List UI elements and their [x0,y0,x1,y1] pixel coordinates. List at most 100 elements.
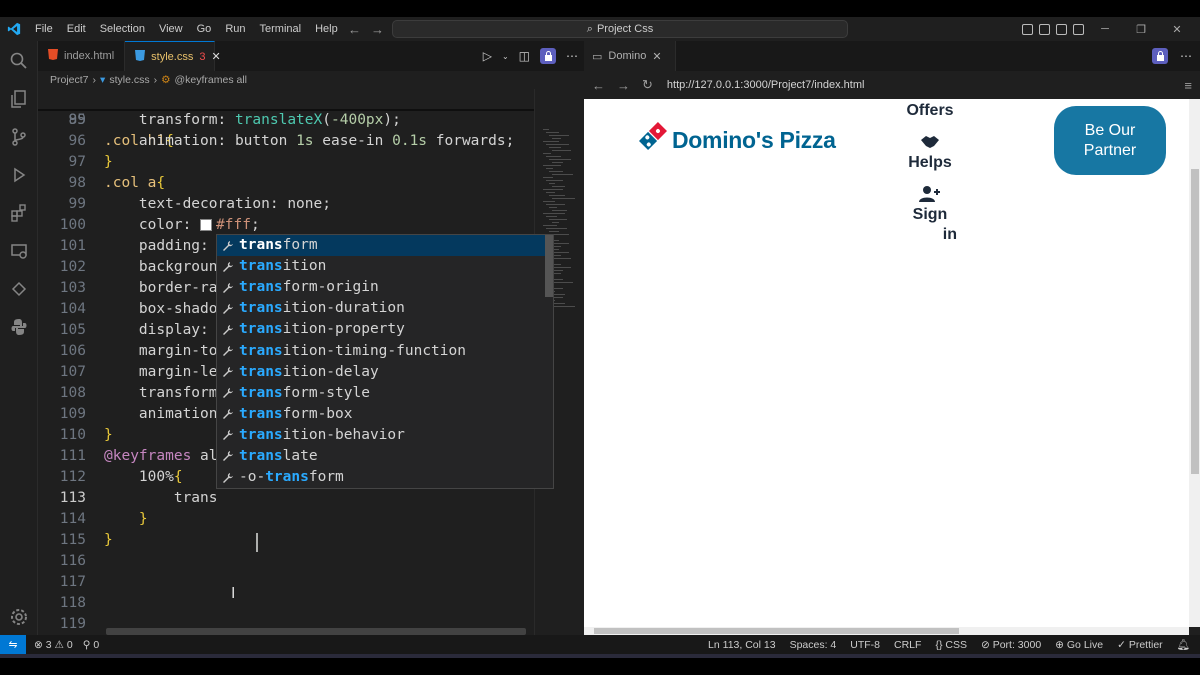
back-arrow-icon[interactable]: ← [348,22,361,37]
lock-icon[interactable] [540,48,556,64]
activity-bar [0,41,38,635]
suggestion-item[interactable]: -o-trans form [217,467,553,488]
forward-arrow-icon[interactable]: → [617,78,630,93]
suggestion-item[interactable]: trans form [217,235,553,257]
menu-run[interactable]: Run [218,17,252,41]
chevron-down-icon[interactable]: ⌄ [502,52,509,61]
breadcrumb-symbol[interactable]: @keyframes all [175,74,248,86]
menu-icon[interactable]: ≡ [1184,78,1192,93]
nav-sign-in[interactable]: Sign in [900,205,960,245]
code-line[interactable]: 114 } [38,509,534,530]
suggestion-item[interactable]: trans ition-duration [217,298,553,319]
menu-view[interactable]: View [152,17,190,41]
testing-icon[interactable] [0,271,38,307]
suggestion-match: trans [239,363,283,380]
cursor-position[interactable]: Ln 113, Col 13 [708,639,776,651]
suggest-scrollbar[interactable] [545,235,553,297]
code-line[interactable]: 118 [38,593,534,614]
suggestion-item[interactable]: trans ition [217,256,553,277]
ports-status[interactable]: ⚲ 0 [83,639,99,651]
forward-arrow-icon[interactable]: → [371,22,384,37]
code-line[interactable]: 116 [38,551,534,572]
horizontal-scrollbar[interactable] [106,628,526,635]
files-icon[interactable] [0,81,38,117]
reload-icon[interactable]: ↻ [642,77,653,93]
run-icon[interactable]: ▷ [483,49,492,63]
suggestion-item[interactable]: trans form-origin [217,277,553,298]
port-label: Port: 3000 [992,638,1042,651]
breadcrumb-folder[interactable]: Project7 [50,74,89,86]
customize-layout-icon[interactable] [1073,23,1084,35]
menu-terminal[interactable]: Terminal [253,17,309,41]
code-line[interactable]: 99 text-decoration: none; [38,194,534,215]
explorer-icon[interactable] [0,43,38,79]
code-line[interactable]: 97} [38,152,534,173]
nav-offers[interactable]: Offers [900,101,960,121]
settings-gear-icon[interactable] [0,599,38,635]
code-line[interactable]: 113 trans [38,488,534,509]
close-icon[interactable]: ✕ [211,50,220,63]
remote-explorer-icon[interactable] [0,233,38,269]
tab-style-css[interactable]: style.css 3 ✕ [125,41,221,71]
suggestion-item[interactable]: trans form-box [217,404,553,425]
more-actions-icon[interactable]: ⋯ [566,49,578,63]
extensions-icon[interactable] [0,195,38,231]
go-live-button[interactable]: ⊕ Go Live [1055,639,1103,651]
sticky-scroll-line[interactable]: 89 .col h1{ [38,89,534,149]
url-input[interactable]: http://127.0.0.1:3000/Project7/index.htm… [667,79,865,91]
end-of-line[interactable]: CRLF [894,639,921,651]
close-window-icon[interactable]: ✕ [1162,23,1192,36]
source-control-icon[interactable] [0,119,38,155]
suggestion-item[interactable]: trans ition-timing-function [217,340,553,361]
prettier-status[interactable]: ✓ Prettier [1117,639,1163,651]
suggestion-match: trans [239,237,283,254]
minimize-icon[interactable]: ─ [1090,23,1120,35]
code-line[interactable]: 100 color: #fff; [38,215,534,236]
breadcrumb-file[interactable]: style.css [109,74,149,86]
code-line[interactable]: 95 transform: translateX(-400px); [38,110,534,131]
notifications-bell-icon[interactable]: 🔔︎ [1177,638,1190,651]
suggestion-item[interactable]: trans ition-delay [217,362,553,383]
close-icon[interactable]: ✕ [652,50,661,63]
menu-edit[interactable]: Edit [60,17,93,41]
more-actions-icon[interactable]: ⋯ [1180,49,1192,63]
toggle-secondary-sidebar-icon[interactable] [1056,23,1067,35]
brand-name[interactable]: Domino's Pizza [672,127,836,154]
menu-selection[interactable]: Selection [93,17,152,41]
suggestion-item[interactable]: trans late [217,446,553,467]
command-center[interactable]: ⌕ Project Css [392,20,848,38]
toggle-sidebar-icon[interactable] [1022,23,1033,35]
dominos-logo-icon[interactable] [637,120,669,156]
live-server-port[interactable]: ⊘ Port: 3000 [981,639,1041,651]
be-our-partner-button[interactable]: Be Our Partner [1054,106,1166,175]
code-line[interactable]: 115} [38,530,534,551]
run-debug-icon[interactable] [0,157,38,193]
nav-helps[interactable]: Helps [900,153,960,173]
remote-indicator-icon[interactable]: ⇋ [0,635,26,654]
editor-tabs: index.html style.css 3 ✕ ▷ ⌄ ◫ ⋯ [38,41,584,71]
suggestion-item[interactable]: trans ition-behavior [217,425,553,446]
antenna-icon: ⚲ [82,638,91,651]
suggestion-item[interactable]: trans ition-property [217,319,553,340]
suggestion-item[interactable]: trans form-style [217,383,553,404]
python-icon[interactable] [0,309,38,345]
code-line[interactable]: 117 [38,572,534,593]
menu-file[interactable]: File [28,17,60,41]
browser-vertical-scrollbar[interactable] [1189,99,1200,627]
language-mode[interactable]: {} CSS [935,639,967,651]
indentation[interactable]: Spaces: 4 [790,639,837,651]
tab-domino-preview[interactable]: ▭ Domino ✕ [584,41,676,71]
encoding[interactable]: UTF-8 [850,639,880,651]
code-line[interactable]: 96 animation: button 1s ease-in 0.1s for… [38,131,534,152]
browser-horizontal-scrollbar[interactable] [584,627,1189,635]
lock-icon[interactable] [1152,48,1168,64]
back-arrow-icon[interactable]: ← [592,78,605,93]
menu-help[interactable]: Help [308,17,345,41]
toggle-panel-icon[interactable] [1039,23,1050,35]
split-editor-icon[interactable]: ◫ [519,49,530,63]
menu-go[interactable]: Go [190,17,219,41]
code-line[interactable]: 98 .col a{ [38,173,534,194]
problems-status[interactable]: ⊗ 3 ⚠ 0 [34,639,73,651]
tab-index-html[interactable]: index.html [38,41,126,71]
restore-icon[interactable]: ❐ [1126,23,1156,36]
